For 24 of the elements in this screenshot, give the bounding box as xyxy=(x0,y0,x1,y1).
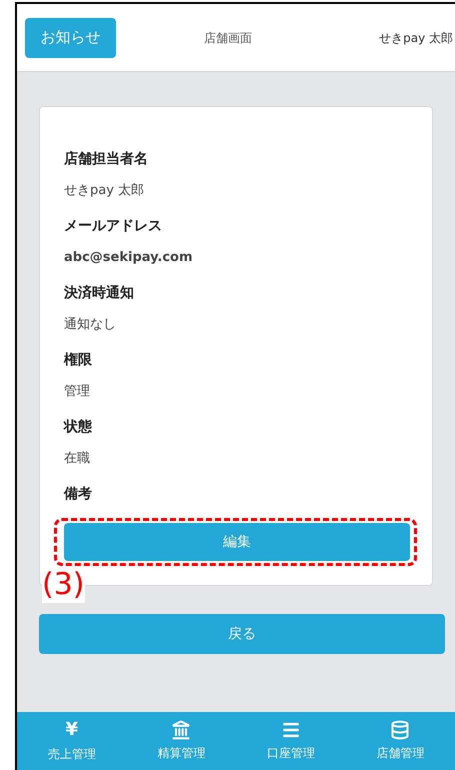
field-value: せきpay 太郎 xyxy=(64,182,146,200)
notice-button[interactable]: お知らせ xyxy=(25,18,116,58)
yen-icon: ¥ xyxy=(65,719,78,741)
database-icon xyxy=(390,720,410,740)
field-label: 権限 xyxy=(64,351,93,370)
screen-title: 店舗画面 xyxy=(204,30,252,46)
field-value: abc@sekipay.com xyxy=(64,249,194,267)
field-value: 在職 xyxy=(64,450,91,468)
nav-tab[interactable]: 精算管理 xyxy=(126,712,236,770)
edit-button[interactable]: 編集 xyxy=(64,523,410,561)
user-name: せきpay 太郎 xyxy=(379,30,453,46)
field-label: 備考 xyxy=(64,485,93,504)
field-label: メールアドレス xyxy=(64,217,163,236)
field-value: 管理 xyxy=(64,383,91,401)
nav-tab[interactable]: ¥ 売上管理 xyxy=(17,712,126,770)
field-value: 通知なし xyxy=(64,316,117,334)
field-label: 店舗担当者名 xyxy=(64,150,149,169)
back-button[interactable]: 戻る xyxy=(39,614,445,654)
nav-tab[interactable]: 口座管理 xyxy=(236,712,346,770)
bank-icon xyxy=(171,720,192,740)
field-label: 状態 xyxy=(64,418,93,437)
nav-tab[interactable]: 店舗管理 xyxy=(346,712,455,770)
field-label: 決済時通知 xyxy=(64,284,135,303)
menu-icon xyxy=(280,720,301,740)
